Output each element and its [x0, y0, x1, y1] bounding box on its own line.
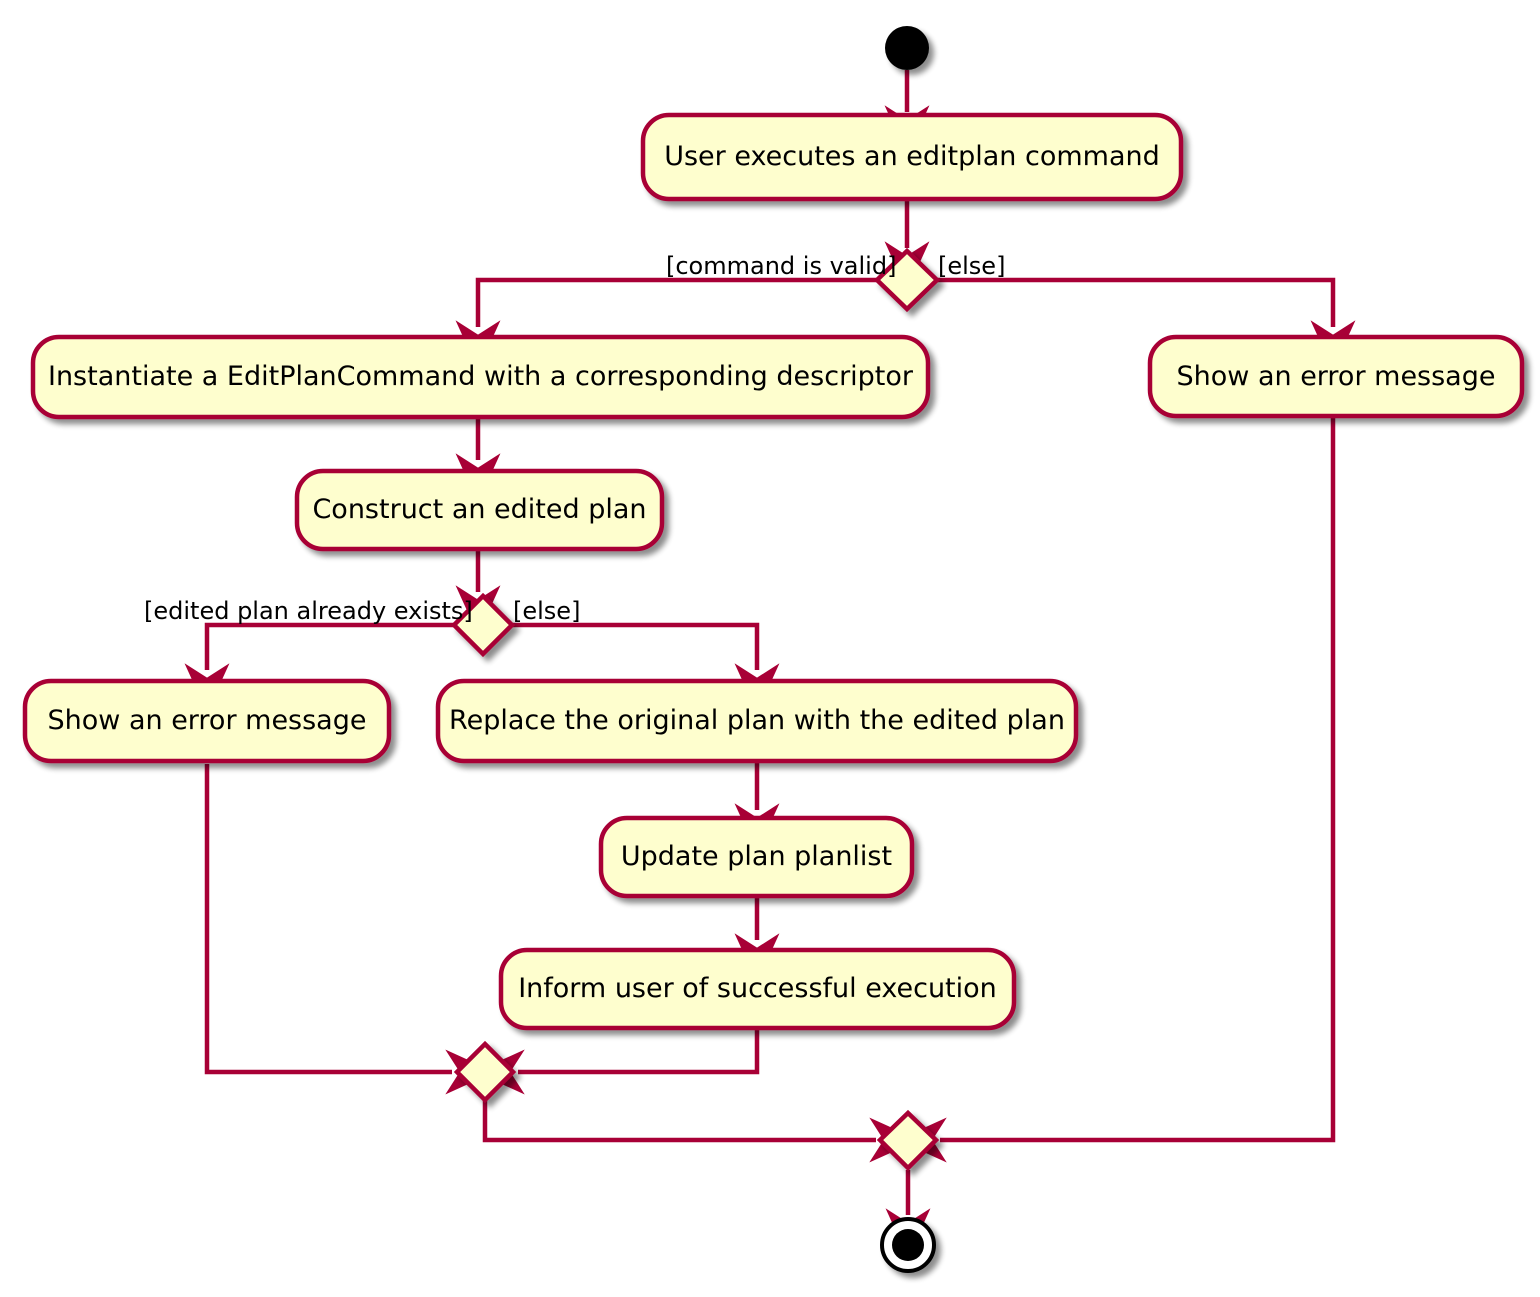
edge-d2-false-to-a6 [512, 622, 780, 713]
activity-diagram: User executes an editplan command Instan… [0, 0, 1540, 1297]
edge-d1-true-to-a2 [455, 277, 878, 370]
activity-box-a2 [30, 334, 931, 420]
activity-box-a8 [498, 947, 1017, 1031]
edge-d1-false-to-a5 [937, 277, 1356, 370]
merge-diamond-m2 [876, 1109, 940, 1172]
activity-box-a5 [1147, 334, 1525, 419]
start-node [885, 26, 929, 70]
activity-box-a4 [22, 678, 392, 764]
edge-a8-to-m1 [475, 1026, 760, 1095]
activity-box-a6 [435, 678, 1079, 764]
diagram-canvas [22, 26, 1525, 1273]
edge-d2-true-to-a4 [184, 622, 454, 713]
edge-a4-to-m1 [204, 764, 495, 1095]
end-node [880, 1217, 936, 1273]
activity-box-a3 [294, 468, 665, 552]
merge-diamond-m1 [453, 1040, 517, 1104]
edge-m1-to-m2 [482, 1100, 919, 1163]
activity-box-a1 [640, 112, 1184, 202]
activity-box-a7 [598, 815, 915, 899]
decision-diamond-d2 [450, 592, 516, 658]
edge-a5-to-m2 [897, 414, 1336, 1163]
decision-diamond-d1 [873, 247, 941, 313]
